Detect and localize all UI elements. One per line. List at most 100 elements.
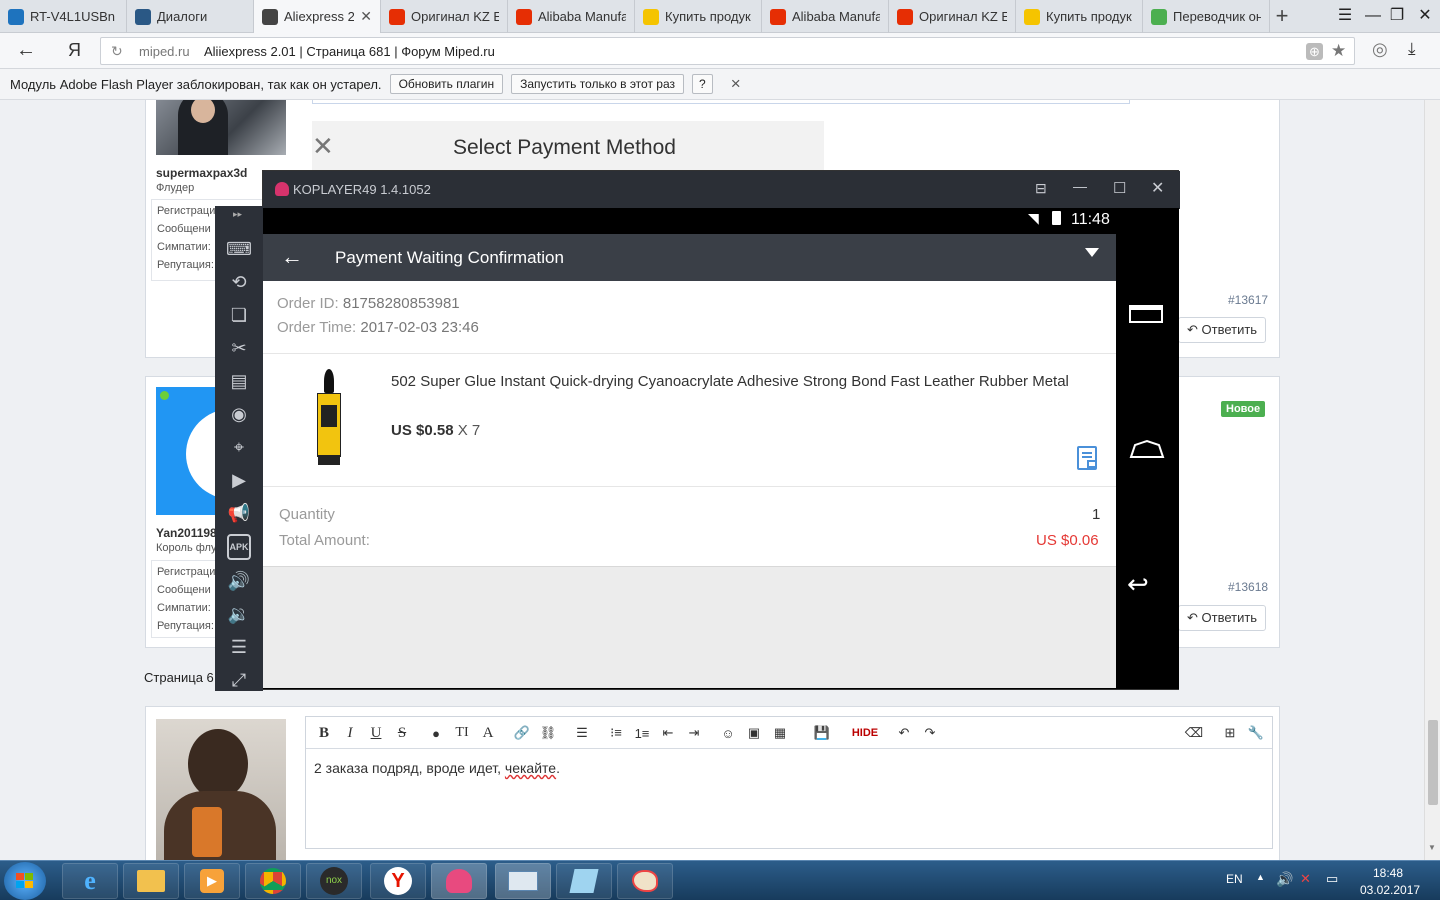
back-nav-icon[interactable]: ↩ bbox=[1127, 569, 1149, 600]
menu-icon[interactable]: ☰ bbox=[1334, 6, 1356, 26]
reply-button[interactable]: ↶ Ответить bbox=[1178, 317, 1267, 343]
keyboard-app-icon[interactable] bbox=[495, 863, 551, 899]
font-family-icon[interactable]: A bbox=[477, 722, 499, 744]
strikethrough-icon[interactable]: S bbox=[391, 722, 413, 744]
koplayer-taskbar-icon[interactable] bbox=[431, 863, 487, 899]
tray-expand-icon[interactable]: ▲ bbox=[1256, 872, 1265, 882]
font-size-icon[interactable]: TI bbox=[451, 722, 473, 744]
redo-icon[interactable]: ↷ bbox=[919, 722, 941, 744]
close-tab-icon[interactable]: ✕ bbox=[360, 8, 372, 25]
product-image[interactable] bbox=[315, 369, 343, 469]
browser-tab[interactable]: Alibaba Manufa bbox=[508, 0, 635, 33]
location-icon[interactable]: ⌖ bbox=[225, 434, 253, 460]
rotate-icon[interactable]: ⟲ bbox=[225, 269, 253, 295]
eraser-icon[interactable]: ⌫ bbox=[1183, 722, 1205, 744]
browser-tab[interactable]: Диалоги bbox=[127, 0, 254, 33]
post-number[interactable]: #13617 bbox=[1228, 293, 1268, 307]
run-once-button[interactable]: Запустить только в этот раз bbox=[511, 74, 684, 94]
browser-tab[interactable]: Купить продук bbox=[1016, 0, 1143, 33]
image-icon[interactable]: ▣ bbox=[743, 722, 765, 744]
recent-apps-icon[interactable] bbox=[1129, 305, 1163, 323]
download-icon[interactable]: ⤓ bbox=[1408, 39, 1416, 59]
yandex-logo[interactable]: Я bbox=[68, 40, 81, 61]
multi-window-icon[interactable]: ❏ bbox=[225, 302, 253, 328]
fullscreen-icon[interactable]: ⤢ bbox=[225, 667, 253, 693]
browser-tab[interactable]: Переводчик он bbox=[1143, 0, 1270, 33]
back-arrow-icon[interactable]: ← bbox=[16, 39, 36, 62]
italic-icon[interactable]: I bbox=[339, 722, 361, 744]
wrench-icon[interactable]: 🔧 bbox=[1245, 722, 1267, 744]
emulator-maximize-button[interactable]: ☐ bbox=[1113, 179, 1126, 197]
avatar[interactable] bbox=[156, 719, 286, 860]
underline-icon[interactable]: U bbox=[365, 722, 387, 744]
reload-icon[interactable]: ↻ bbox=[111, 43, 123, 60]
filter-icon[interactable] bbox=[1085, 248, 1099, 257]
back-arrow-icon[interactable]: ← bbox=[281, 244, 303, 270]
volume-up-icon[interactable]: 🔊 bbox=[225, 568, 253, 594]
chrome-icon[interactable] bbox=[245, 863, 301, 899]
post-number[interactable]: #13618 bbox=[1228, 580, 1268, 594]
browser-tab[interactable]: Aliexpress 2. ✕ bbox=[254, 0, 381, 33]
clock-date[interactable]: 03.02.2017 bbox=[1360, 883, 1420, 897]
video-record-icon[interactable]: ▶ bbox=[225, 467, 253, 493]
bookmark-star-icon[interactable]: ★ bbox=[1331, 41, 1346, 61]
home-icon[interactable] bbox=[1129, 439, 1165, 459]
explorer-icon[interactable] bbox=[123, 863, 179, 899]
network-icon[interactable]: ▭ bbox=[1326, 871, 1338, 887]
browser-tab[interactable]: RT-V4L1USBn bbox=[0, 0, 127, 33]
nox-icon[interactable]: nox bbox=[306, 863, 362, 899]
reply-button[interactable]: ↶ Ответить bbox=[1178, 605, 1267, 631]
scrollbar-thumb[interactable] bbox=[1428, 720, 1438, 805]
bold-icon[interactable]: B bbox=[313, 722, 335, 744]
color-drop-icon[interactable]: ● bbox=[425, 722, 447, 744]
numbered-list-icon[interactable]: 1≡ bbox=[631, 722, 653, 744]
collapse-sidebar-icon[interactable]: ▸▸ bbox=[233, 209, 242, 220]
product-title[interactable]: 502 Super Glue Instant Quick-drying Cyan… bbox=[391, 373, 1091, 391]
browser-tab[interactable]: Оригинал KZ E bbox=[889, 0, 1016, 33]
browser-tab[interactable]: Купить продук bbox=[635, 0, 762, 33]
screenshot-scissors-icon[interactable]: ✂ bbox=[225, 335, 253, 361]
ie-icon[interactable]: e bbox=[62, 863, 118, 899]
emulator-minimize-button[interactable]: — bbox=[1073, 178, 1087, 194]
update-plugin-button[interactable]: Обновить плагин bbox=[389, 74, 504, 94]
snapshot-icon[interactable] bbox=[1077, 446, 1097, 470]
outdent-icon[interactable]: ⇤ bbox=[657, 722, 679, 744]
close-flash-bar-icon[interactable]: × bbox=[731, 74, 741, 94]
camera-icon[interactable]: ◉ bbox=[225, 401, 253, 427]
network-error-icon[interactable]: ✕ bbox=[1300, 871, 1311, 887]
language-indicator[interactable]: EN bbox=[1226, 872, 1243, 886]
indent-icon[interactable]: ⇥ bbox=[683, 722, 705, 744]
media-player-icon[interactable]: ▶ bbox=[184, 863, 240, 899]
volume-icon[interactable]: 🔊 bbox=[1276, 871, 1293, 888]
align-icon[interactable]: ☰ bbox=[571, 722, 593, 744]
help-button[interactable]: ? bbox=[692, 74, 713, 94]
link-icon[interactable]: 🔗 bbox=[511, 722, 533, 744]
editor-text-area[interactable]: 2 заказа подряд, вроде идет, чекайте. bbox=[314, 760, 560, 776]
page-scrollbar[interactable]: ▼ bbox=[1424, 100, 1440, 860]
menu-lines-icon[interactable]: ☰ bbox=[225, 634, 253, 660]
protect-icon[interactable]: ⊕ bbox=[1306, 43, 1323, 60]
globe-icon[interactable]: ◎ bbox=[1372, 39, 1388, 60]
keyboard-icon[interactable]: ⌨ bbox=[225, 236, 253, 262]
avatar[interactable] bbox=[156, 100, 286, 155]
emulator-close-button[interactable]: ✕ bbox=[1151, 178, 1164, 198]
expand-icon[interactable]: ⊞ bbox=[1219, 722, 1241, 744]
minimize-button[interactable]: — bbox=[1362, 6, 1384, 26]
address-field[interactable]: ↻ miped.ru Aliiexpress 2.01 | Страница 6… bbox=[100, 37, 1355, 65]
clock-time[interactable]: 18:48 bbox=[1373, 866, 1403, 880]
save-draft-icon[interactable]: 💾 bbox=[811, 722, 833, 744]
new-tab-button[interactable]: + bbox=[1270, 5, 1294, 27]
notepad-icon[interactable] bbox=[556, 863, 612, 899]
browser-tab[interactable]: Alibaba Manufa bbox=[762, 0, 889, 33]
page-navigation-label[interactable]: Страница 6 bbox=[144, 670, 214, 685]
restore-button[interactable]: ❐ bbox=[1386, 6, 1408, 26]
megaphone-icon[interactable]: 📢 bbox=[225, 500, 253, 526]
unlink-icon[interactable]: ⛓ bbox=[537, 722, 559, 744]
browser-tab[interactable]: Оригинал KZ E bbox=[381, 0, 508, 33]
scroll-down-arrow-icon[interactable]: ▼ bbox=[1428, 843, 1436, 852]
start-button[interactable] bbox=[4, 862, 46, 900]
pin-icon[interactable]: ⊟ bbox=[1035, 180, 1047, 197]
hide-tag-button[interactable]: HIDE bbox=[851, 722, 879, 744]
undo-icon[interactable]: ↶ bbox=[893, 722, 915, 744]
smiley-icon[interactable]: ☺ bbox=[717, 722, 739, 744]
